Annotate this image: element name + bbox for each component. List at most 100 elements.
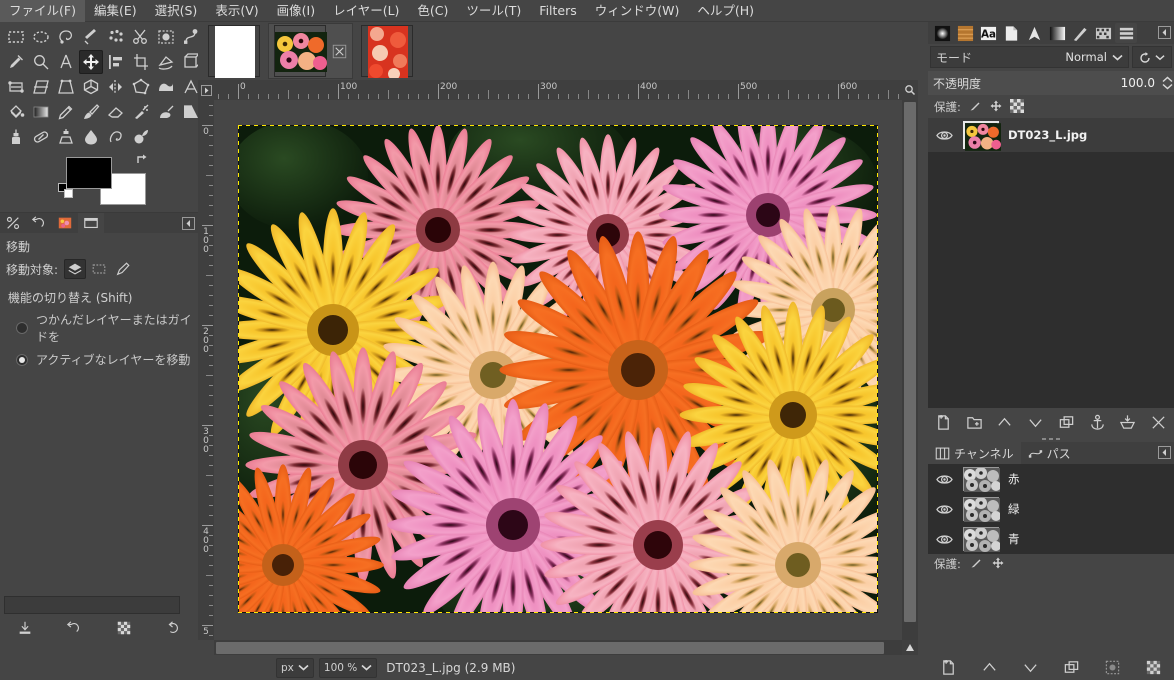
tool-pencil[interactable] [54,100,78,124]
tooloptions-tab-device-status[interactable] [0,213,26,233]
tool-fuzzy-select[interactable] [79,25,103,49]
blend-mode-dropdown[interactable]: モード Normal [930,46,1129,68]
menu-colors[interactable]: 色(C) [408,0,457,22]
tool-gradient[interactable] [29,100,53,124]
menu-windows[interactable]: ウィンドウ(W) [586,0,689,22]
tool-alignment[interactable] [104,50,128,74]
move-target-layer-mode[interactable] [64,259,87,279]
raise-layer-button[interactable] [990,414,1021,431]
merge-down-button[interactable] [1113,414,1144,431]
reset-tool-options-button[interactable] [149,620,199,636]
tool-ink[interactable] [154,100,178,124]
vertical-ruler[interactable]: 0 100 200 300 400 5 [198,100,214,640]
move-target-selection-mode[interactable] [88,259,110,279]
image-canvas[interactable] [238,125,878,613]
tool-options-menu-icon[interactable] [181,216,195,230]
delete-channel-button[interactable] [1133,659,1174,676]
menu-select[interactable]: 選択(S) [146,0,207,22]
dock-tab-gradients[interactable] [1046,23,1068,43]
save-tool-preset-button[interactable] [0,620,50,636]
unit-combo[interactable]: px [276,657,314,678]
duplicate-layer-button[interactable] [1051,414,1082,431]
tool-blur-sharpen[interactable] [79,125,103,149]
channel-list[interactable]: 赤 緑 青 [928,464,1174,554]
tool-select-by-color[interactable] [104,25,128,49]
delete-tool-preset-button[interactable] [99,620,149,636]
lower-channel-button[interactable] [1010,659,1051,676]
reset-colors-icon[interactable] [58,183,74,199]
channels-tab-channels[interactable]: チャンネル [928,442,1021,464]
tool-shear[interactable] [29,75,53,99]
tool-flip[interactable] [104,75,128,99]
lower-layer-button[interactable] [1020,414,1051,431]
tool-handle-transform[interactable] [4,75,28,99]
menu-tools[interactable]: ツール(T) [457,0,530,22]
move-mode-radio-0[interactable]: つかんだレイヤーまたはガイドを [0,308,198,348]
revert-mode-button[interactable] [1132,46,1172,68]
eye-icon[interactable] [934,127,954,144]
tool-rect-select[interactable] [4,25,28,49]
tool-crop[interactable] [129,50,153,74]
anchor-layer-button[interactable] [1082,414,1113,431]
duplicate-channel-button[interactable] [1051,659,1092,676]
new-channel-button[interactable] [928,659,969,676]
tool-scissors-select[interactable] [129,25,153,49]
tool-bucket-fill[interactable] [4,100,28,124]
radio-indicator[interactable] [16,353,28,366]
tool-measure[interactable] [54,50,78,74]
lock-pixels-icon[interactable] [968,99,982,116]
lock-pixels-icon[interactable] [969,556,983,573]
image-tab-blank[interactable] [202,23,266,79]
opacity-slider[interactable]: 不透明度 100.0 [928,71,1160,95]
tool-free-select[interactable] [54,25,78,49]
close-icon[interactable] [331,43,347,59]
menu-help[interactable]: ヘルプ(H) [688,0,763,22]
swap-colors-icon[interactable] [135,153,149,167]
menu-file[interactable]: ファイル(F) [0,0,85,22]
dock-tab-pointer[interactable] [1023,23,1045,43]
tooloptions-tab-undo-history[interactable] [26,213,52,233]
tool-move[interactable] [79,50,103,74]
restore-tool-preset-button[interactable] [50,620,100,636]
move-mode-radio-1[interactable]: アクティブなレイヤーを移動 [0,348,198,371]
navigate-canvas-icon[interactable] [902,640,918,656]
horizontal-scrollbar[interactable] [214,640,902,656]
dock-tab-document-history[interactable] [1000,23,1022,43]
eye-icon[interactable] [934,501,954,518]
image-tab-red-pattern[interactable] [355,23,419,80]
dock-tab-paint-dynamics[interactable] [1069,23,1091,43]
image-tab-flowers[interactable] [268,23,353,79]
menu-edit[interactable]: 編集(E) [85,0,146,22]
tool-3d-transform[interactable] [79,75,103,99]
menu-filters[interactable]: Filters [530,0,585,22]
dock-tab-patterns[interactable] [954,23,976,43]
tool-clone[interactable] [4,125,28,149]
layer-row[interactable]: DT023_L.jpg [928,118,1174,152]
menu-layer[interactable]: レイヤー(L) [324,0,408,22]
tool-perspective[interactable] [54,75,78,99]
horizontal-ruler[interactable]: 0 100 200 300 400 500 600 [214,80,902,100]
tooloptions-tab-tool-options[interactable] [78,213,104,233]
tool-dodge-burn[interactable] [129,125,153,149]
channel-row[interactable]: 青 [928,524,1174,554]
tool-airbrush[interactable] [129,100,153,124]
zoom-image-icon[interactable] [902,80,918,100]
channel-row[interactable]: 緑 [928,494,1174,524]
tool-smudge[interactable] [104,125,128,149]
channels-dock-menu-icon[interactable] [1157,445,1171,459]
move-target-path-mode[interactable] [112,259,134,279]
dock-menu-icon[interactable] [1157,25,1171,39]
channel-to-selection-button[interactable] [1092,659,1133,676]
zoom-combo[interactable]: 100 % [318,657,378,678]
channel-row[interactable]: 赤 [928,464,1174,494]
tool-rotate[interactable] [154,50,178,74]
dock-tab-palettes[interactable] [1092,23,1114,43]
tool-perspective-clone[interactable] [54,125,78,149]
menu-view[interactable]: 表示(V) [206,0,267,22]
tool-paintbrush[interactable] [79,100,103,124]
canvas-viewport[interactable] [214,100,902,640]
vertical-scrollbar[interactable] [902,100,918,640]
tool-eraser[interactable] [104,100,128,124]
raise-channel-button[interactable] [969,659,1010,676]
tool-zoom[interactable] [29,50,53,74]
